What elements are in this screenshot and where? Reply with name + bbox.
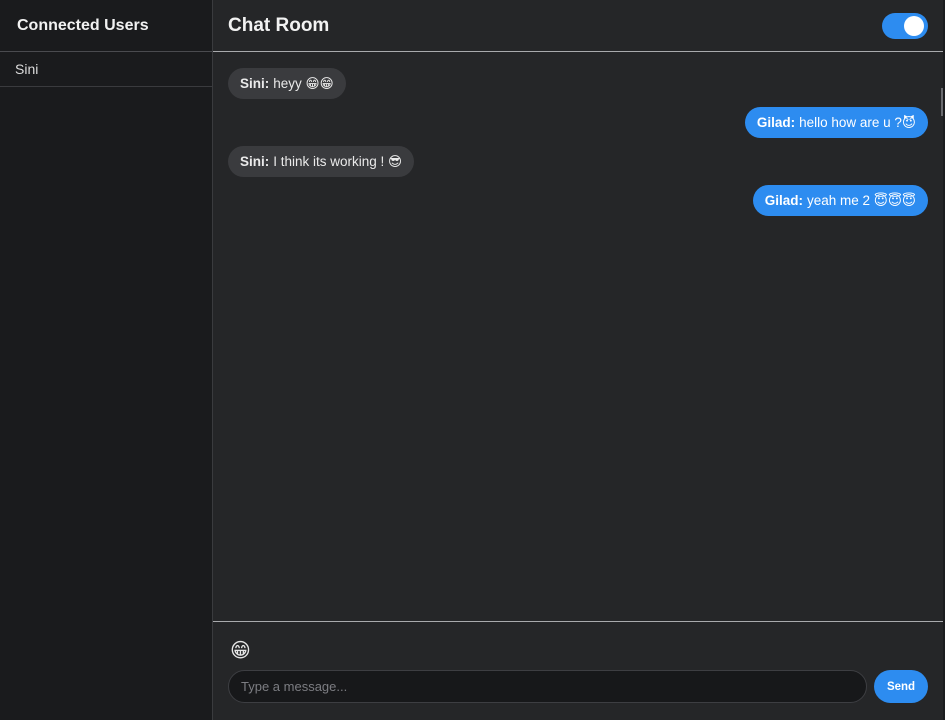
message-sender: Gilad: <box>764 193 803 208</box>
chat-app: Connected Users Sini Chat Room Sini: hey… <box>0 0 945 720</box>
message-row: Gilad: yeah me 2 😇😇😇 <box>228 185 928 216</box>
toggle-knob <box>904 15 924 36</box>
message-text: hello how are u ?😈 <box>799 114 916 130</box>
message-bubble: Sini: I think its working ! 😎 <box>228 146 415 177</box>
message-row: Sini: I think its working ! 😎 <box>228 146 928 177</box>
message-row: Gilad: hello how are u ?😈 <box>228 107 928 138</box>
chat-header: Chat Room <box>213 0 943 52</box>
message-row: Sini: heyy 😁😁 <box>228 68 928 99</box>
composer-input-row: Send <box>228 670 928 703</box>
user-item-sini[interactable]: Sini <box>0 52 212 87</box>
message-sender: Gilad: <box>756 115 796 130</box>
message-list: Sini: heyy 😁😁 Gilad: hello how are u ?😈 … <box>213 53 943 621</box>
message-text: yeah me 2 😇😇😇 <box>806 192 916 208</box>
emoji-picker-button[interactable]: 😁 <box>230 639 251 663</box>
message-sender: Sini: <box>240 76 270 91</box>
connected-users-list: Sini <box>0 52 212 87</box>
message-sender: Sini: <box>240 154 270 169</box>
message-bubble: Gilad: yeah me 2 😇😇😇 <box>752 185 928 216</box>
message-input[interactable] <box>228 670 867 703</box>
sidebar-title: Connected Users <box>17 16 149 34</box>
theme-toggle[interactable] <box>882 12 928 39</box>
scrollbar-edge[interactable] <box>941 88 943 116</box>
message-text: I think its working ! 😎 <box>273 153 403 169</box>
send-button[interactable]: Send <box>874 670 928 703</box>
sidebar: Connected Users Sini <box>0 0 213 720</box>
message-bubble: Gilad: hello how are u ?😈 <box>744 107 928 138</box>
message-composer: 😁 Send <box>213 621 943 720</box>
message-bubble: Sini: heyy 😁😁 <box>228 68 346 99</box>
page-title: Chat Room <box>228 14 330 36</box>
chat-main: Chat Room Sini: heyy 😁😁 Gilad: hello how… <box>213 0 943 720</box>
sidebar-header: Connected Users <box>0 0 212 52</box>
message-text: heyy 😁😁 <box>273 75 334 91</box>
